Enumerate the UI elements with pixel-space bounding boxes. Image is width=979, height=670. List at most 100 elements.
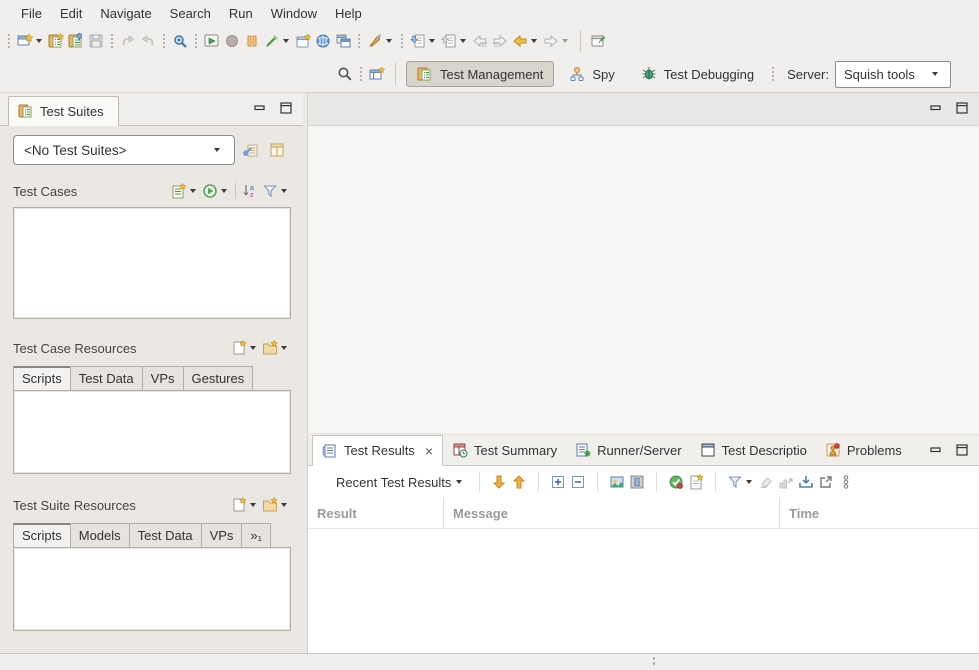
video-icon[interactable] <box>627 472 647 492</box>
new-folder-caret[interactable] <box>281 346 287 350</box>
minimize-icon[interactable] <box>927 100 945 116</box>
column-time[interactable]: Time <box>780 498 979 528</box>
filter-results-icon[interactable] <box>725 472 745 492</box>
step-into-suite-icon[interactable] <box>408 31 428 51</box>
undo-icon[interactable] <box>118 31 138 51</box>
minimize-icon[interactable] <box>927 442 945 458</box>
new-report-icon[interactable] <box>686 472 706 492</box>
editor-empty-canvas[interactable] <box>308 126 979 433</box>
tsr-tab-test-data[interactable]: Test Data <box>129 523 202 548</box>
toolbar-drag-handle[interactable] <box>401 34 403 48</box>
record-icon[interactable] <box>222 31 242 51</box>
menu-search[interactable]: Search <box>161 2 220 25</box>
launch-dropdown-caret[interactable] <box>386 39 392 43</box>
open-perspective-icon[interactable] <box>367 64 387 84</box>
expand-all-icon[interactable] <box>548 472 568 492</box>
new-file-caret[interactable] <box>250 503 256 507</box>
menu-edit[interactable]: Edit <box>51 2 91 25</box>
collapse-all-icon[interactable] <box>568 472 588 492</box>
statusbar-grip[interactable] <box>652 656 656 667</box>
step-return-caret[interactable] <box>460 39 466 43</box>
export-chart-icon[interactable] <box>776 472 796 492</box>
new-file-icon[interactable] <box>229 338 249 358</box>
recent-test-results-dropdown[interactable]: Recent Test Results <box>332 472 470 493</box>
toolbar-drag-handle[interactable] <box>163 34 165 48</box>
tab-test-results[interactable]: Test Results × <box>312 435 443 466</box>
windows-icon[interactable] <box>333 31 353 51</box>
launch-icon[interactable] <box>365 31 385 51</box>
step-into-caret[interactable] <box>429 39 435 43</box>
filter-results-caret[interactable] <box>746 480 752 484</box>
test-suite-select[interactable]: <No Test Suites> <box>13 135 235 165</box>
menu-file[interactable]: File <box>12 2 51 25</box>
new-test-case-icon[interactable] <box>169 181 189 201</box>
open-external-icon[interactable] <box>816 472 836 492</box>
last-edit-forward-icon[interactable] <box>490 31 510 51</box>
perspective-test-management[interactable]: Test Management <box>406 61 554 87</box>
new-folder-caret[interactable] <box>281 503 287 507</box>
close-icon[interactable]: × <box>425 444 433 458</box>
menu-navigate[interactable]: Navigate <box>91 2 160 25</box>
tsr-tab-vps[interactable]: VPs <box>201 523 243 548</box>
forward-history-caret[interactable] <box>562 39 568 43</box>
toolbar-drag-handle[interactable] <box>111 34 113 48</box>
verify-icon[interactable] <box>666 472 686 492</box>
minimize-icon[interactable] <box>251 100 269 116</box>
forward-icon[interactable] <box>541 31 561 51</box>
last-edit-back-icon[interactable] <box>470 31 490 51</box>
column-result[interactable]: Result <box>308 498 444 528</box>
menu-window[interactable]: Window <box>262 2 326 25</box>
column-message[interactable]: Message <box>444 498 780 528</box>
run-test-case-icon[interactable] <box>200 181 220 201</box>
test-suite-resources-list[interactable] <box>13 548 291 631</box>
new-file-icon[interactable] <box>229 495 249 515</box>
back-icon[interactable] <box>510 31 530 51</box>
new-test-suite-icon[interactable] <box>46 31 66 51</box>
toolbar-drag-handle[interactable] <box>772 67 774 81</box>
tab-test-suites[interactable]: Test Suites <box>8 96 119 126</box>
previous-result-icon[interactable] <box>509 472 529 492</box>
menu-run[interactable]: Run <box>220 2 262 25</box>
screenshots-icon[interactable] <box>607 472 627 492</box>
menu-help[interactable]: Help <box>326 2 371 25</box>
save-icon[interactable] <box>86 31 106 51</box>
tcr-tab-scripts[interactable]: Scripts <box>13 366 71 391</box>
clear-results-icon[interactable] <box>756 472 776 492</box>
pause-icon[interactable] <box>242 31 262 51</box>
toolbar-drag-handle[interactable] <box>360 67 362 81</box>
toolbar-drag-handle[interactable] <box>195 34 197 48</box>
maximize-icon[interactable] <box>953 100 971 116</box>
pick-object-icon[interactable] <box>170 31 190 51</box>
new-folder-icon[interactable] <box>260 495 280 515</box>
redo-icon[interactable] <box>138 31 158 51</box>
tcr-tab-vps[interactable]: VPs <box>142 366 184 391</box>
results-table-body[interactable] <box>308 529 979 653</box>
tcr-tab-gestures[interactable]: Gestures <box>183 366 254 391</box>
run-test-case-caret[interactable] <box>221 189 227 193</box>
web-browser-icon[interactable] <box>313 31 333 51</box>
run-test-icon[interactable] <box>202 31 222 51</box>
maximize-icon[interactable] <box>953 442 971 458</box>
tab-problems[interactable]: Problems <box>816 435 911 465</box>
tsr-tab-models[interactable]: Models <box>70 523 130 548</box>
search-icon[interactable] <box>335 64 355 84</box>
filter-icon[interactable] <box>260 181 280 201</box>
new-editor-icon[interactable] <box>293 31 313 51</box>
back-history-caret[interactable] <box>531 39 537 43</box>
test-cases-list[interactable] <box>13 207 291 319</box>
picker-dropdown-caret[interactable] <box>283 39 289 43</box>
picker-icon[interactable] <box>262 31 282 51</box>
tcr-tab-test-data[interactable]: Test Data <box>70 366 143 391</box>
sort-icon[interactable]: az <box>240 181 260 201</box>
tab-test-summary[interactable]: Test Summary <box>443 435 566 465</box>
pin-editor-icon[interactable] <box>589 31 609 51</box>
new-window-icon[interactable] <box>15 31 35 51</box>
tsr-tab-scripts[interactable]: Scripts <box>13 523 71 548</box>
perspective-spy[interactable]: Spy <box>558 61 625 87</box>
new-dropdown-caret[interactable] <box>36 39 42 43</box>
filter-caret[interactable] <box>281 189 287 193</box>
maximize-icon[interactable] <box>277 100 295 116</box>
server-select[interactable]: Squish tools <box>835 61 951 88</box>
view-menu-overflow-icon[interactable] <box>836 472 856 492</box>
next-result-icon[interactable] <box>489 472 509 492</box>
